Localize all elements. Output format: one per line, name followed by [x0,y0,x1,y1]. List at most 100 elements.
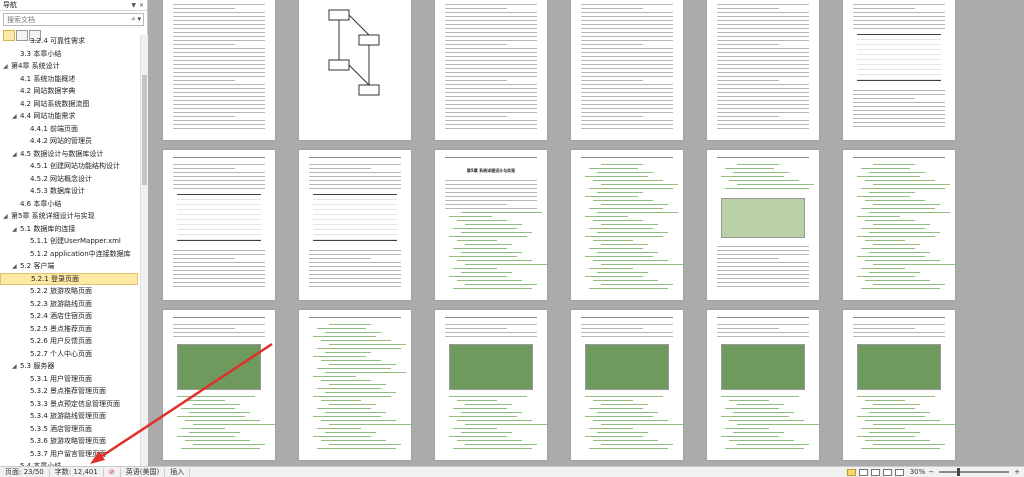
nav-tree-item[interactable]: 5.3.7 用户留言管理页面 [0,448,140,461]
nav-tree-item[interactable]: 3.3 本章小结 [0,48,140,61]
code-line [873,284,945,285]
code-line [857,276,915,277]
page-thumbnail[interactable] [707,310,819,460]
nav-tree-item[interactable]: ◢ 4.5 数据设计与数据库设计 [0,148,140,161]
zoom-in-button[interactable]: + [1014,468,1020,476]
code-line [589,408,643,409]
code-line [453,428,497,429]
full-screen-reading-icon[interactable] [858,468,868,476]
page-thumbnail[interactable]: 第5章 系统详细设计与实现 [435,150,547,300]
page-thumbnail[interactable] [163,150,275,300]
nav-tree-item[interactable]: ◢ 第5章 系统详细设计与实现 [0,210,140,223]
code-line [317,448,396,449]
nav-tree-item[interactable]: ◢ 5.3 服务器 [0,360,140,373]
zoom-out-button[interactable]: − [928,468,934,476]
nav-tree-item[interactable]: 4.5.2 网站概念设计 [0,173,140,186]
page-thumbnail[interactable] [843,310,955,460]
nav-tree-item[interactable]: ◢ 第4章 系统设计 [0,60,140,73]
nav-tree-item[interactable]: 3.2.4 可靠性需求 [0,35,140,48]
page-thumbnail[interactable] [843,0,955,140]
insert-mode[interactable]: 插入 [165,467,191,477]
page-thumbnail[interactable] [707,0,819,140]
code-line [725,428,769,429]
zoom-level[interactable]: 30% [910,468,926,476]
nav-tree-item[interactable]: 5.1.2 application中连接数据库 [0,248,140,261]
nav-tree-item[interactable]: 4.6 本章小结 [0,198,140,211]
nav-tree-item[interactable]: 4.2 网站系统数据流图 [0,98,140,111]
search-icon[interactable]: ⌕ [132,15,136,24]
page-thumbnail[interactable] [571,0,683,140]
nav-tree-item[interactable]: 4.1 系统功能概述 [0,73,140,86]
nav-tree-item[interactable]: ◢ 5.2 客户端 [0,260,140,273]
page-thumbnail[interactable] [707,150,819,300]
expand-caret-icon[interactable]: ◢ [12,149,20,161]
expand-caret-icon[interactable]: ◢ [12,224,20,236]
page-thumbnail[interactable] [299,0,411,140]
dropdown-icon[interactable]: ▼ [131,2,136,9]
nav-tree-item[interactable]: 5.2.5 景点推荐页面 [0,323,140,336]
nav-tree-item[interactable]: 5.2.6 用户反馈页面 [0,335,140,348]
word-count[interactable]: 字数: 12,401 [50,467,104,477]
page-thumbnail[interactable] [163,0,275,140]
text-line [853,4,945,5]
text-line [853,126,945,127]
text-line [717,128,809,129]
page-thumbnail[interactable] [571,310,683,460]
nav-tree-item[interactable]: 5.3.6 旅游攻略管理页面 [0,435,140,448]
nav-scrollbar[interactable] [140,35,148,466]
nav-tree-item[interactable]: 4.2 网站数据字典 [0,85,140,98]
nav-tree-item[interactable]: 4.4.2 网站的管理员 [0,135,140,148]
print-layout-icon[interactable] [846,468,856,476]
text-line [309,266,401,267]
nav-tree-item[interactable]: 4.5.1 创建网站功能结构设计 [0,160,140,173]
page-thumbnail[interactable] [571,150,683,300]
nav-tree-item[interactable]: 5.3.2 景点推荐管理页面 [0,385,140,398]
draft-view-icon[interactable] [894,468,904,476]
nav-tree-item[interactable]: 5.2.2 旅游攻略页面 [0,285,140,298]
expand-caret-icon[interactable]: ◢ [3,211,11,223]
page-thumbnail[interactable] [435,0,547,140]
zoom-slider-knob[interactable] [957,468,961,476]
expand-caret-icon[interactable]: ◢ [3,61,11,73]
nav-tree-item[interactable]: 5.1.1 创建UserMapper.xml [0,235,140,248]
nav-tree-item[interactable]: 5.2.4 酒店住宿页面 [0,310,140,323]
nav-tree-item[interactable]: 5.3.4 旅游路线管理页面 [0,410,140,423]
page-thumbnail[interactable] [299,150,411,300]
expand-caret-icon[interactable]: ◢ [12,361,20,373]
text-line [309,250,401,251]
text-line [717,92,809,93]
code-line [869,172,925,173]
nav-tree-item[interactable]: 5.2.7 个人中心页面 [0,348,140,361]
document-area[interactable]: 第5章 系统详细设计与实现 [149,0,1024,466]
nav-tree-item[interactable]: 5.3.3 景点预定信息管理页面 [0,398,140,411]
scroll-thumb[interactable] [142,75,147,185]
page-thumbnail[interactable] [299,310,411,460]
expand-caret-icon[interactable]: ◢ [12,261,20,273]
nav-tree-item[interactable]: 5.2.1 登录页面 [0,272,138,285]
page-thumbnail[interactable] [843,150,955,300]
web-layout-icon[interactable] [870,468,880,476]
page-count[interactable]: 页面: 23/50 [0,467,50,477]
text-line [853,122,945,123]
language-indicator[interactable]: 英语(美国) [121,467,166,477]
chevron-down-icon[interactable]: ▾ [137,15,141,24]
nav-tree-item[interactable]: 5.2.3 旅游路线页面 [0,298,140,311]
search-input[interactable]: 搜索文档 ⌕ ▾ [3,13,144,26]
outline-view-icon[interactable] [882,468,892,476]
close-icon[interactable]: ✕ [139,2,144,9]
code-line [861,168,910,169]
nav-tree-item[interactable]: 5.3.1 用户管理页面 [0,373,140,386]
proofing-icon[interactable]: ⊘ [104,467,121,477]
nav-tree-item[interactable]: ◢ 4.4 网站功能需求 [0,110,140,123]
page-thumbnail[interactable] [163,310,275,460]
page-thumbnail[interactable] [435,310,547,460]
nav-tree-item[interactable]: 4.4.1 前端页面 [0,123,140,136]
nav-tree-item[interactable]: ◢ 5.1 数据库的连接 [0,223,140,236]
nav-tree-item[interactable]: 4.5.3 数据库设计 [0,185,140,198]
table-figure [177,194,261,241]
table-row [177,235,261,240]
zoom-slider[interactable] [939,468,1010,476]
expand-caret-icon[interactable]: ◢ [12,111,20,123]
text-line [717,324,809,325]
nav-tree-item[interactable]: 5.3.5 酒店管理页面 [0,423,140,436]
